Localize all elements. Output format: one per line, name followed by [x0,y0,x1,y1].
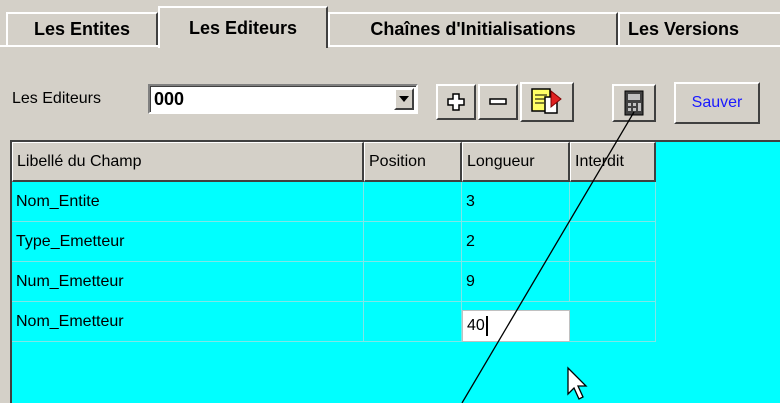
column-header-libelle[interactable]: Libellé du Champ [12,142,364,182]
fields-grid[interactable]: Libellé du Champ Position Longueur Inter… [10,140,780,403]
tab-strip-divider [0,45,780,47]
cell-longueur[interactable]: 3 [462,182,570,222]
tab-chaines-initialisations[interactable]: Chaînes d'Initialisations [328,12,618,45]
cell-position[interactable] [364,222,462,262]
column-header-interdit[interactable]: Interdit [570,142,656,182]
cell-longueur-editor[interactable]: 40 [462,310,570,342]
cell-libelle[interactable]: Nom_Emetteur [12,302,364,342]
cell-longueur-editor-value: 40 [467,317,485,334]
cell-libelle[interactable]: Num_Emetteur [12,262,364,302]
cell-position[interactable] [364,262,462,302]
cell-interdit[interactable] [570,302,656,342]
text-caret [485,316,488,336]
column-header-longueur[interactable]: Longueur [462,142,570,182]
editeurs-label: Les Editeurs [12,90,101,107]
copy-record-icon [531,88,562,114]
cell-position[interactable] [364,182,462,222]
save-button[interactable]: Sauver [674,82,760,124]
cell-interdit[interactable] [570,222,656,262]
cell-interdit[interactable] [570,182,656,222]
cell-interdit[interactable] [570,262,656,302]
cell-longueur[interactable]: 9 [462,262,570,302]
cell-libelle[interactable]: Type_Emetteur [12,222,364,262]
copy-record-button[interactable] [520,82,574,122]
calculator-icon [624,90,644,116]
editeurs-combobox[interactable]: 000 [148,84,418,114]
cell-position[interactable] [364,302,462,342]
tab-les-editeurs[interactable]: Les Editeurs [158,6,328,48]
cell-libelle[interactable]: Nom_Entite [12,182,364,222]
chevron-down-icon [399,96,409,102]
plus-icon [447,93,465,111]
tab-les-versions[interactable]: Les Versions [618,12,780,45]
remove-button[interactable] [478,84,518,120]
combobox-dropdown-button[interactable] [394,88,414,110]
tab-les-entites[interactable]: Les Entites [6,12,158,45]
editeurs-combobox-value: 000 [154,89,185,109]
save-button-label: Sauver [691,94,743,111]
column-header-position[interactable]: Position [364,142,462,182]
calculator-button[interactable] [612,84,656,122]
minus-icon [489,98,507,105]
add-button[interactable] [436,84,476,120]
cell-longueur[interactable]: 2 [462,222,570,262]
tab-strip: Les Entites Les Editeurs Chaînes d'Initi… [0,0,780,48]
